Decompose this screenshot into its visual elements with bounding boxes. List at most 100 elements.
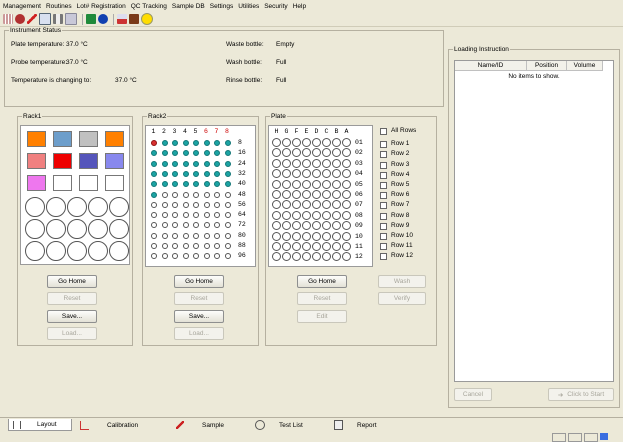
plate-well[interactable] <box>292 252 301 262</box>
plate-well[interactable] <box>292 200 301 210</box>
plate-well[interactable] <box>332 252 341 262</box>
book-icon[interactable] <box>86 14 96 24</box>
rack2-well[interactable] <box>151 181 157 188</box>
menu-routines[interactable]: Routines <box>46 3 72 10</box>
plate-well[interactable] <box>342 148 351 158</box>
plate-well[interactable] <box>282 200 291 210</box>
plate-well[interactable] <box>272 200 281 210</box>
grid-icon[interactable] <box>3 14 13 24</box>
menu-utilities[interactable]: Utilities <box>238 3 259 10</box>
rack2-well[interactable] <box>151 170 157 177</box>
plate-well[interactable] <box>312 200 321 210</box>
plate-well[interactable] <box>322 210 331 220</box>
rack2-well[interactable] <box>172 253 178 260</box>
list-icon[interactable] <box>65 13 77 25</box>
plate-well[interactable] <box>312 221 321 231</box>
rack2-well[interactable] <box>203 181 210 188</box>
plate-well[interactable] <box>312 158 321 168</box>
plate-well[interactable] <box>302 210 311 220</box>
rack1-tube[interactable] <box>79 131 98 147</box>
rack2-well[interactable] <box>193 253 199 260</box>
rack2-well[interactable] <box>193 140 199 146</box>
rack2-well[interactable] <box>182 253 189 260</box>
row-checkbox[interactable] <box>380 192 387 200</box>
plate-well[interactable] <box>332 242 341 251</box>
plate-well[interactable] <box>282 148 291 158</box>
rack2-well[interactable] <box>193 222 199 229</box>
cabinet-icon[interactable] <box>129 14 139 24</box>
row-checkbox[interactable] <box>380 243 387 251</box>
rack2-well[interactable] <box>172 181 178 188</box>
rack2-well[interactable] <box>193 181 199 188</box>
plate-well[interactable] <box>272 169 281 179</box>
rack2-well[interactable] <box>203 253 210 260</box>
plate-well[interactable] <box>322 252 331 262</box>
rack2-well[interactable] <box>182 170 189 177</box>
rack2-well[interactable] <box>203 243 210 249</box>
rack1-position[interactable] <box>67 219 87 239</box>
rack2-well[interactable] <box>161 150 168 157</box>
loading-list[interactable]: Name/ID Position Volume No items to show… <box>454 60 614 382</box>
rack2-well[interactable] <box>224 140 231 146</box>
rack2-well[interactable] <box>203 150 210 157</box>
plate-well[interactable] <box>282 221 291 231</box>
plate-well[interactable] <box>282 179 291 189</box>
rack1-reset-button[interactable]: Reset <box>47 292 97 305</box>
rack2-go-home-button[interactable]: Go Home <box>174 275 224 288</box>
rack2-well[interactable] <box>151 160 157 167</box>
plate-well[interactable] <box>272 242 281 251</box>
row-checkbox[interactable] <box>380 171 387 179</box>
rack2-well[interactable] <box>193 212 199 219</box>
plate-reset-button[interactable]: Reset <box>297 292 347 305</box>
rack2-well[interactable] <box>172 201 178 208</box>
rack2-well[interactable] <box>182 191 189 198</box>
rack2-well[interactable] <box>203 140 210 146</box>
rack2-well[interactable] <box>214 243 220 249</box>
plate-well[interactable] <box>342 221 351 231</box>
plate-well[interactable] <box>312 210 321 220</box>
plate-well[interactable] <box>282 190 291 199</box>
plate-verify-button[interactable]: Verify <box>378 292 426 305</box>
rack2-well[interactable] <box>151 201 157 208</box>
tube-icon[interactable] <box>53 14 63 24</box>
plate-well[interactable] <box>332 190 341 199</box>
row-checkbox[interactable] <box>380 233 387 240</box>
rack2-well[interactable] <box>172 150 178 157</box>
row-checkbox[interactable] <box>380 141 387 149</box>
rack2-well[interactable] <box>214 232 220 239</box>
row-checkbox[interactable] <box>380 182 387 189</box>
rack2-well[interactable] <box>182 243 189 249</box>
plate-well[interactable] <box>312 190 321 199</box>
rack1-position[interactable] <box>25 219 45 239</box>
rack1-tube[interactable] <box>27 175 46 191</box>
rack2-well[interactable] <box>182 222 189 229</box>
rack2-well[interactable] <box>224 232 231 239</box>
rack2-well[interactable] <box>224 201 231 208</box>
plate-well[interactable] <box>292 138 301 147</box>
menu-qc-tracking[interactable]: QC Tracking <box>131 3 167 10</box>
plate-well[interactable] <box>312 179 321 189</box>
tab-report[interactable]: Report <box>334 419 398 431</box>
plate-well[interactable] <box>292 210 301 220</box>
rack2-well[interactable] <box>214 150 220 157</box>
plate-well[interactable] <box>302 169 311 179</box>
plate-well[interactable] <box>312 242 321 251</box>
rack2-well[interactable] <box>151 140 157 146</box>
plate-well[interactable] <box>292 242 301 251</box>
tab-test-list[interactable]: Test List <box>255 419 325 431</box>
plate-well[interactable] <box>312 231 321 241</box>
rack2-well[interactable] <box>151 253 157 260</box>
plate-well[interactable] <box>292 221 301 231</box>
plate-well[interactable] <box>342 231 351 241</box>
plate-well[interactable] <box>322 169 331 179</box>
plate-well[interactable] <box>332 148 341 158</box>
plate-well[interactable] <box>312 148 321 158</box>
plate-well[interactable] <box>282 158 291 168</box>
plate-well[interactable] <box>322 158 331 168</box>
rack1-position[interactable] <box>67 241 87 261</box>
tab-calibration[interactable]: Calibration <box>80 419 168 431</box>
col-position[interactable]: Position <box>527 61 567 71</box>
rack2-well[interactable] <box>172 232 178 239</box>
plate-edit-button[interactable]: Edit <box>297 310 347 323</box>
all-rows-checkbox[interactable] <box>380 128 387 135</box>
